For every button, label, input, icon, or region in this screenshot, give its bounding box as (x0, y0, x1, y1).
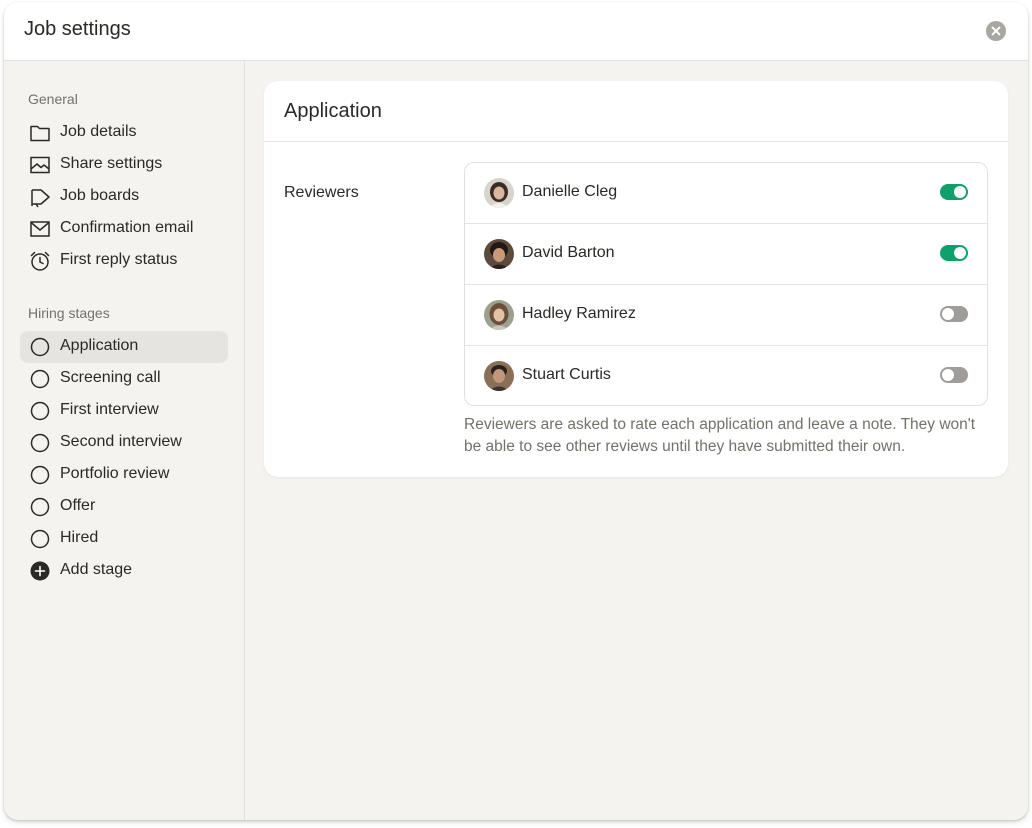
close-button[interactable] (986, 21, 1006, 41)
reviewer-toggle[interactable] (940, 184, 968, 200)
reviewer-name: Stuart Curtis (522, 366, 611, 383)
megaphone-icon (31, 189, 50, 208)
circle-icon (30, 433, 50, 453)
reviewers-label: Reviewers (284, 184, 359, 201)
image-icon (30, 156, 50, 174)
sidebar-item-label: Screening call (60, 369, 161, 386)
circle-icon (30, 497, 50, 517)
sidebar-item-label: Add stage (60, 561, 133, 578)
sidebar-item-label: Application (60, 337, 139, 354)
circle-icon (30, 401, 50, 421)
mail-icon (30, 221, 50, 237)
section-label-general: General (28, 91, 78, 107)
sidebar-item-label: Confirmation email (60, 219, 194, 236)
job-settings-window: Job settings General Job details Share s… (4, 2, 1028, 820)
sidebar-item-label: Portfolio review (60, 465, 170, 482)
folder-icon (30, 125, 50, 142)
sidebar-item-screening-call[interactable]: Screening call (20, 363, 228, 395)
card-header: Application (264, 81, 1008, 142)
circle-icon (30, 369, 50, 389)
circle-icon (30, 529, 50, 549)
reviewer-row: Danielle Cleg (465, 163, 987, 224)
reviewer-list: Danielle Cleg David Barton Hadley Ramire… (464, 162, 988, 406)
circle-icon (30, 465, 50, 485)
window-title: Job settings (24, 18, 131, 40)
sidebar-item-application[interactable]: Application (20, 331, 228, 363)
main-content: Application Reviewers Danielle Cleg Davi… (245, 61, 1028, 820)
reviewer-name: Danielle Cleg (522, 183, 618, 200)
avatar (484, 239, 514, 269)
sidebar-item-offer[interactable]: Offer (20, 491, 228, 523)
reviewer-toggle[interactable] (940, 306, 968, 322)
reviewer-name: David Barton (522, 244, 615, 261)
sidebar-item-label: First reply status (60, 251, 178, 268)
avatar (484, 361, 514, 391)
circle-icon (30, 337, 50, 357)
sidebar-item-second-interview[interactable]: Second interview (20, 427, 228, 459)
sidebar-item-job-boards[interactable]: Job boards (20, 181, 228, 213)
reviewer-toggle[interactable] (940, 245, 968, 261)
sidebar-item-hired[interactable]: Hired (20, 523, 228, 555)
close-circle-icon (991, 26, 1001, 36)
sidebar-item-label: Job boards (60, 187, 140, 204)
sidebar-item-label: Second interview (60, 433, 182, 450)
sidebar-item-label: Hired (60, 529, 99, 546)
card-title: Application (284, 100, 382, 122)
toggle-knob (954, 186, 966, 198)
section-label-hiring-stages: Hiring stages (28, 305, 110, 321)
toggle-knob (942, 308, 954, 320)
sidebar-item-first-interview[interactable]: First interview (20, 395, 228, 427)
reviewer-toggle[interactable] (940, 367, 968, 383)
add-stage-button[interactable]: Add stage (20, 555, 228, 587)
sidebar-item-label: Offer (60, 497, 96, 514)
reviewer-row: Stuart Curtis (465, 346, 987, 405)
sidebar-item-share-settings[interactable]: Share settings (20, 149, 228, 181)
reviewers-help-text: Reviewers are asked to rate each applica… (464, 416, 976, 455)
toggle-knob (942, 369, 954, 381)
sidebar-item-portfolio-review[interactable]: Portfolio review (20, 459, 228, 491)
alarm-clock-icon (30, 251, 50, 271)
sidebar-item-label: First interview (60, 401, 159, 418)
reviewer-name: Hadley Ramirez (522, 305, 636, 322)
title-bar: Job settings (4, 2, 1028, 61)
reviewer-row: Hadley Ramirez (465, 285, 987, 346)
toggle-knob (954, 247, 966, 259)
sidebar-item-label: Job details (60, 123, 137, 140)
plus-circle-icon (30, 561, 50, 581)
avatar (484, 300, 514, 330)
sidebar-item-first-reply-status[interactable]: First reply status (20, 245, 228, 277)
sidebar: General Job details Share settings Job b… (4, 61, 245, 820)
avatar (484, 178, 514, 208)
reviewer-row: David Barton (465, 224, 987, 285)
application-card: Application Reviewers Danielle Cleg Davi… (264, 81, 1008, 477)
sidebar-item-confirmation-email[interactable]: Confirmation email (20, 213, 228, 245)
sidebar-item-job-details[interactable]: Job details (20, 117, 228, 149)
sidebar-item-label: Share settings (60, 155, 163, 172)
